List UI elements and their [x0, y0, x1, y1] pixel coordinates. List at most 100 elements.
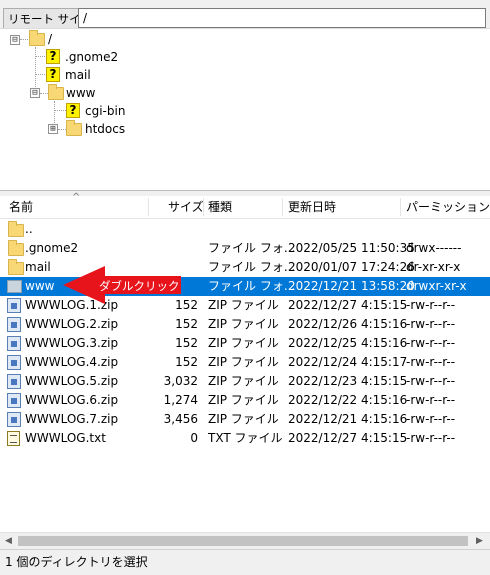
file-type: ZIP ファイル [208, 317, 279, 331]
file-row[interactable]: WWWLOG.2.zip 152 ZIP ファイル 2022/12/26 4:15:1… [0, 315, 490, 334]
file-type: ZIP ファイル [208, 393, 279, 407]
file-modified: 2020/01/07 17:24:26 [288, 260, 415, 274]
file-modified: 2022/05/25 11:50:35 [288, 241, 415, 255]
file-type: ZIP ファイル [208, 374, 279, 388]
file-size [148, 220, 198, 239]
file-type: ZIP ファイル [208, 298, 279, 312]
file-size: 152 [175, 355, 198, 369]
file-type: ZIP ファイル [208, 412, 279, 426]
file-permission: drwx------ [406, 241, 462, 255]
file-modified: 2022/12/26 4:15:16 [288, 317, 408, 331]
column-header-type[interactable]: 種類 [208, 196, 232, 218]
file-modified: 2022/12/27 4:15:15 [288, 298, 408, 312]
status-bar: 1 個のディレクトリを選択 [0, 549, 490, 575]
file-size: 1,274 [163, 393, 198, 407]
file-type: ファイル フォ... [208, 260, 296, 274]
file-name: WWWLOG.7.zip [25, 412, 119, 426]
collapse-toggle-root[interactable]: ⊟ [10, 35, 20, 45]
folder-icon [29, 30, 45, 46]
folder-icon [8, 221, 24, 237]
collapse-toggle-www[interactable]: ⊟ [30, 88, 40, 98]
file-modified: 2022/12/21 13:58:20 [288, 279, 415, 293]
file-name: .. [25, 222, 33, 236]
status-text: 1 個のディレクトリを選択 [5, 555, 148, 569]
tree-item-mail[interactable]: mail [65, 67, 91, 83]
sort-ascending-icon: ^ [72, 192, 81, 203]
column-header-size[interactable]: サイズ [168, 196, 204, 218]
file-modified: 2022/12/25 4:15:16 [288, 336, 408, 350]
scrollbar-thumb[interactable] [18, 536, 468, 546]
zip-file-icon [7, 374, 21, 389]
tree-item-htdocs[interactable]: htdocs [85, 121, 125, 137]
folder-icon [66, 120, 82, 136]
file-permission: -rw-r--r-- [406, 336, 456, 350]
file-size [148, 239, 198, 258]
file-modified: 2022/12/21 4:15:16 [288, 412, 408, 426]
file-type: ZIP ファイル [208, 336, 279, 350]
tree-item-www[interactable]: www [66, 85, 95, 101]
remote-path-input[interactable] [78, 8, 486, 28]
file-row[interactable]: WWWLOG.txt 0 TXT ファイル 2022/12/27 4:15:15 -rw… [0, 429, 490, 448]
file-permission: drwxr-xr-x [406, 279, 467, 293]
file-name: WWWLOG.2.zip [25, 317, 119, 331]
zip-file-icon [7, 298, 21, 313]
file-permission: -rw-r--r-- [406, 412, 456, 426]
file-row[interactable]: WWWLOG.3.zip 152 ZIP ファイル 2022/12/25 4:15:1… [0, 334, 490, 353]
file-name: .gnome2 [25, 241, 79, 255]
file-modified: 2022/12/27 4:15:15 [288, 431, 408, 445]
file-name: WWWLOG.5.zip [25, 374, 119, 388]
file-type: ファイル フォ... [208, 279, 296, 293]
file-size: 152 [175, 317, 198, 331]
file-row[interactable]: .gnome2 ファイル フォ... 2022/05/25 11:50:35 drwx… [0, 239, 490, 258]
unknown-folder-icon: ? [66, 103, 80, 118]
unknown-folder-icon: ? [46, 67, 60, 82]
file-name: WWWLOG.4.zip [25, 355, 119, 369]
file-list: ^ 名前 サイズ 種類 更新日時 パーミッション .. .gnome2 ファイル フ… [0, 192, 490, 541]
file-name: www [25, 279, 55, 293]
horizontal-scrollbar[interactable]: ◀ ▶ [0, 532, 490, 550]
column-header-row: ^ 名前 サイズ 種類 更新日時 パーミッション [0, 192, 490, 219]
file-permission: dr-xr-xr-x [406, 260, 461, 274]
file-type: TXT ファイル [208, 431, 283, 445]
file-name: mail [25, 260, 51, 274]
file-permission: -rw-r--r-- [406, 317, 456, 331]
expand-toggle-htdocs[interactable]: ⊞ [48, 124, 58, 134]
folder-icon [7, 280, 22, 293]
file-permission: -rw-r--r-- [406, 393, 456, 407]
file-name: WWWLOG.txt [25, 431, 106, 445]
directory-tree: ⊟ / ? .gnome2 ? mail ⊟ www ? cgi-bin ⊞ h… [0, 28, 490, 195]
tree-item-gnome2[interactable]: .gnome2 [65, 49, 118, 65]
text-file-icon [7, 431, 20, 446]
file-size: 152 [175, 336, 198, 350]
file-row[interactable]: .. [0, 220, 490, 239]
file-permission: -rw-r--r-- [406, 355, 456, 369]
folder-icon [8, 240, 24, 256]
folder-icon [8, 259, 24, 275]
file-permission: -rw-r--r-- [406, 374, 456, 388]
file-row[interactable]: WWWLOG.6.zip 1,274 ZIP ファイル 2022/12/22 4:15… [0, 391, 490, 410]
zip-file-icon [7, 355, 21, 370]
zip-file-icon [7, 412, 21, 427]
scroll-right-arrow-icon[interactable]: ▶ [476, 536, 483, 546]
file-name: WWWLOG.3.zip [25, 336, 119, 350]
file-row[interactable]: WWWLOG.5.zip 3,032 ZIP ファイル 2022/12/23 4:15… [0, 372, 490, 391]
tree-item-root[interactable]: / [48, 31, 52, 47]
file-type: ZIP ファイル [208, 355, 279, 369]
column-header-name[interactable]: 名前 [9, 196, 33, 218]
double-click-annotation-arrow: ダブルクリック [63, 266, 181, 304]
column-header-permission[interactable]: パーミッション [406, 196, 490, 218]
file-size: 3,032 [163, 374, 198, 388]
file-row[interactable]: WWWLOG.4.zip 152 ZIP ファイル 2022/12/24 4:15:1… [0, 353, 490, 372]
file-modified: 2022/12/22 4:15:16 [288, 393, 408, 407]
file-modified: 2022/12/24 4:15:17 [288, 355, 408, 369]
file-size: 0 [190, 431, 198, 445]
file-row[interactable]: WWWLOG.7.zip 3,456 ZIP ファイル 2022/12/21 4:15… [0, 410, 490, 429]
file-modified: 2022/12/23 4:15:15 [288, 374, 408, 388]
scroll-left-arrow-icon[interactable]: ◀ [5, 536, 12, 546]
column-header-modified[interactable]: 更新日時 [288, 196, 336, 218]
double-click-annotation-label: ダブルクリック [99, 279, 180, 293]
file-permission: -rw-r--r-- [406, 298, 456, 312]
tree-item-cgi-bin[interactable]: cgi-bin [85, 103, 125, 119]
zip-file-icon [7, 336, 21, 351]
zip-file-icon [7, 317, 21, 332]
